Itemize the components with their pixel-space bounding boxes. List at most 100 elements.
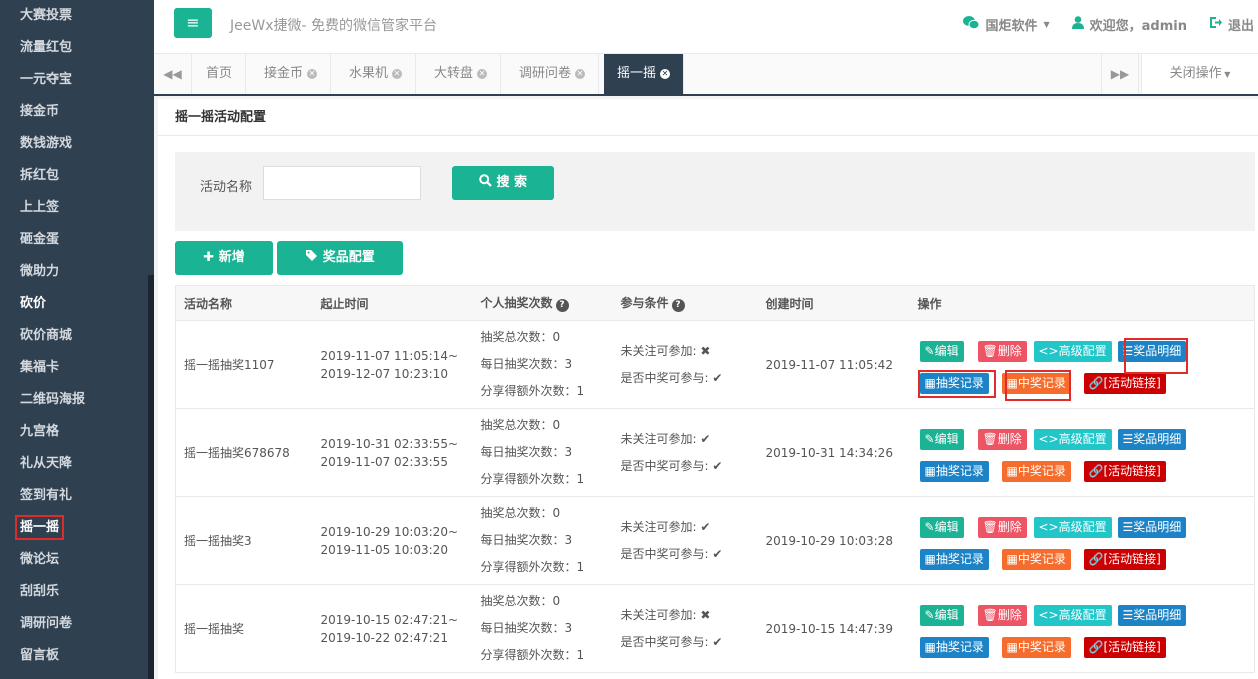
list-icon: ☰ <box>1122 519 1134 534</box>
close-tab-icon[interactable]: ✕ <box>392 69 403 79</box>
sidebar-item-checkin-gift[interactable]: 签到有礼 <box>0 480 154 512</box>
sidebar-item-micro-forum[interactable]: 微论坛 <box>0 544 154 576</box>
highlight-box <box>1123 337 1188 374</box>
edit-button[interactable]: ✎编辑 <box>919 516 964 538</box>
sidebar-item-fortune-card[interactable]: 集福卡 <box>0 352 154 384</box>
edit-button[interactable]: ✎编辑 <box>919 340 964 362</box>
cond-follow-label: 未关注可参加: <box>620 343 697 358</box>
trash-icon: 🗑 <box>982 431 998 446</box>
prize-config-button[interactable]: 奖品配置 <box>277 241 403 275</box>
sidebar-item-micro-assist[interactable]: 微助力 <box>0 256 154 288</box>
sidebar-item-catch-coins[interactable]: 接金币 <box>0 96 154 128</box>
win-record-button[interactable]: ▦中奖记录 <box>1001 636 1071 658</box>
sidebar-item-lucky-draw-sign[interactable]: 上上签 <box>0 192 154 224</box>
start-time: 2019-10-31 02:33:55~ <box>320 436 459 451</box>
cond-winner-label: 是否中奖可参与: <box>620 546 709 561</box>
created-time: 2019-10-29 10:03:28 <box>757 496 910 585</box>
activity-link-button[interactable]: 🔗[活动链接] <box>1083 460 1166 482</box>
close-operations-dropdown[interactable]: 关闭操作 ▼ <box>1141 54 1258 94</box>
col-date-range: 起止时间 <box>312 285 473 321</box>
plus-icon: ✚ <box>203 250 215 265</box>
draw-record-button[interactable]: ▦抽奖记录 <box>919 548 989 570</box>
help-icon[interactable]: ? <box>555 299 569 312</box>
tab-catch-coins[interactable]: 接金币 ✕ <box>251 54 332 94</box>
tab-home[interactable]: 首页 <box>193 54 247 94</box>
prize-detail-button[interactable]: ☰奖品明细 <box>1117 604 1187 626</box>
created-time: 2019-10-15 14:47:39 <box>757 584 910 673</box>
prize-detail-button[interactable]: ☰奖品明细 <box>1117 516 1187 538</box>
sidebar-item-survey[interactable]: 调研问卷 <box>0 608 154 640</box>
sidebar-item-one-yuan[interactable]: 一元夺宝 <box>0 64 154 96</box>
close-tab-icon[interactable]: ✕ <box>477 69 488 79</box>
close-tab-icon[interactable]: ✕ <box>660 69 671 79</box>
total-draws: 抽奖总次数：0 <box>480 594 561 608</box>
advanced-config-button[interactable]: <>高级配置 <box>1033 428 1112 450</box>
delete-button[interactable]: 🗑删除 <box>977 516 1027 538</box>
sidebar-item-qr-poster[interactable]: 二维码海报 <box>0 384 154 416</box>
close-tab-icon[interactable]: ✕ <box>575 69 586 79</box>
sidebar-item-open-redpacket[interactable]: 拆红包 <box>0 160 154 192</box>
cond-follow-label: 未关注可参加: <box>620 431 697 446</box>
activity-link-button[interactable]: 🔗[活动链接] <box>1083 636 1166 658</box>
cond-winner-label: 是否中奖可参与: <box>620 370 709 385</box>
tab-fruit-machine[interactable]: 水果机 ✕ <box>336 54 417 94</box>
sidebar-item-message-board[interactable]: 留言板 <box>0 640 154 672</box>
delete-button[interactable]: 🗑删除 <box>977 340 1027 362</box>
delete-button[interactable]: 🗑删除 <box>977 604 1027 626</box>
activity-link-button[interactable]: 🔗[活动链接] <box>1083 372 1166 394</box>
advanced-config-button[interactable]: <>高级配置 <box>1033 604 1112 626</box>
sidebar-item-count-money[interactable]: 数钱游戏 <box>0 128 154 160</box>
sidebar-item-shake[interactable]: 摇一摇 <box>0 512 154 544</box>
tab-big-wheel[interactable]: 大转盘 ✕ <box>421 54 502 94</box>
sidebar-item-golden-egg[interactable]: 砸金蛋 <box>0 224 154 256</box>
code-icon: <> <box>1038 431 1059 446</box>
add-button[interactable]: ✚ 新增 <box>175 241 273 275</box>
tabs-scroll-left-button[interactable]: ◀◀ <box>154 54 192 94</box>
sidebar-item-traffic-redpacket[interactable]: 流量红包 <box>0 32 154 64</box>
advanced-config-button[interactable]: <>高级配置 <box>1033 516 1112 538</box>
sidebar-item-nine-grid[interactable]: 九宫格 <box>0 416 154 448</box>
table-row: 摇一摇抽奖678678 2019-10-31 02:33:55~ 2019-11-… <box>175 408 1255 497</box>
activity-name-input[interactable] <box>263 166 421 200</box>
logout-link[interactable]: 退出 <box>1209 15 1254 34</box>
prize-detail-button[interactable]: ☰奖品明细 <box>1117 428 1187 450</box>
company-menu[interactable]: 国炬软件 ▼ <box>963 15 1050 34</box>
col-operations: 操作 <box>909 285 1255 321</box>
activity-link-button[interactable]: 🔗[活动链接] <box>1083 548 1166 570</box>
help-icon[interactable]: ? <box>671 299 685 312</box>
sidebar-item-scratch-card[interactable]: 刮刮乐 <box>0 576 154 608</box>
topbar: ≡ JeeWx捷微- 免费的微信管家平台 国炬软件 ▼ 欢迎您，admin 退出 <box>154 0 1258 54</box>
sidebar-item-vote[interactable]: 大赛投票 <box>0 0 154 32</box>
delete-button[interactable]: 🗑删除 <box>977 428 1027 450</box>
activity-name: 摇一摇抽奖3 <box>175 496 313 585</box>
close-tab-icon[interactable]: ✕ <box>307 69 318 79</box>
win-record-button[interactable]: ▦中奖记录 <box>1001 460 1071 482</box>
main-content: 摇一摇活动配置 活动名称 搜 索 ✚ 新增 奖品配置 活动名称 起止时间 个人抽… <box>158 99 1258 679</box>
sidebar: 大赛投票 流量红包 一元夺宝 接金币 数钱游戏 拆红包 上上签 砸金蛋 微助力 … <box>0 0 154 679</box>
advanced-config-button[interactable]: <>高级配置 <box>1033 340 1112 362</box>
tab-shake[interactable]: 摇一摇 ✕ <box>604 54 685 94</box>
tabs-scroll-right-button[interactable]: ▶▶ <box>1101 54 1139 94</box>
tab-survey[interactable]: 调研问卷 ✕ <box>506 54 600 94</box>
end-time: 2019-10-22 02:47:21 <box>320 630 448 645</box>
search-button[interactable]: 搜 索 <box>452 166 554 200</box>
draw-record-button[interactable]: ▦抽奖记录 <box>919 636 989 658</box>
user-icon <box>1071 16 1084 33</box>
trash-icon: 🗑 <box>982 519 998 534</box>
draw-record-button[interactable]: ▦抽奖记录 <box>919 460 989 482</box>
company-label: 国炬软件 <box>985 19 1038 34</box>
win-record-button[interactable]: ▦中奖记录 <box>1001 548 1071 570</box>
col-activity-name: 活动名称 <box>175 285 313 321</box>
link-icon: 🔗 <box>1088 375 1104 390</box>
edit-button[interactable]: ✎编辑 <box>919 428 964 450</box>
col-conditions: 参与条件? <box>612 285 758 321</box>
share-extra: 分享得额外次数：1 <box>480 560 585 574</box>
sidebar-item-gift-from-sky[interactable]: 礼从天降 <box>0 448 154 480</box>
table-row: 摇一摇抽奖3 2019-10-29 10:03:20~ 2019-11-05 10… <box>175 496 1255 585</box>
sidebar-item-bargain[interactable]: 砍价 <box>0 288 154 320</box>
menu-toggle-button[interactable]: ≡ <box>174 8 212 38</box>
edit-button[interactable]: ✎编辑 <box>919 604 964 626</box>
sidebar-item-bargain-mall[interactable]: 砍价商城 <box>0 320 154 352</box>
link-icon: 🔗 <box>1088 639 1104 654</box>
edit-icon: ✎ <box>924 431 935 446</box>
